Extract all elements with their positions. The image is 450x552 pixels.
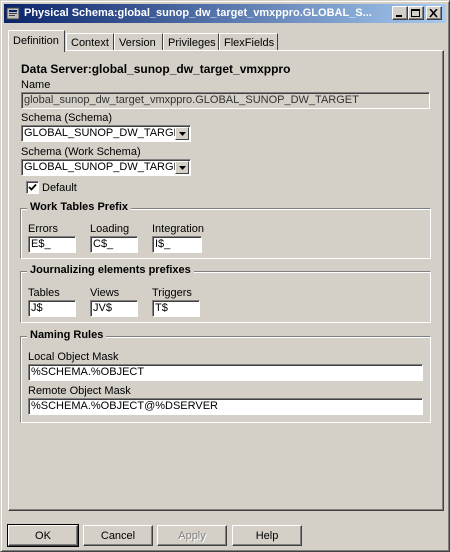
ok-button[interactable]: OK	[7, 524, 79, 547]
schema-label: Schema (Schema)	[21, 112, 113, 124]
integration-label: Integration	[152, 223, 204, 235]
views-label: Views	[90, 287, 120, 299]
journalizing-prefixes-group: Journalizing elements prefixes	[20, 264, 431, 323]
checkmark-icon	[28, 183, 37, 191]
tab-version[interactable]: Version	[114, 33, 163, 51]
local-object-mask-label: Local Object Mask	[28, 351, 119, 363]
loading-prefix-input[interactable]: C$_	[90, 236, 138, 253]
remote-object-mask-input[interactable]: %SCHEMA.%OBJECT@%DSERVER	[28, 398, 423, 415]
local-object-mask-input[interactable]: %SCHEMA.%OBJECT	[28, 364, 423, 381]
data-server-heading: Data Server:global_sunop_dw_target_vmxpp…	[21, 62, 291, 76]
minimize-button[interactable]	[392, 6, 408, 20]
physical-schema-dialog: Physical Schema:global_sunop_dw_target_v…	[0, 0, 450, 552]
tables-prefix-input[interactable]: J$	[28, 300, 76, 317]
schema-dropdown-button[interactable]	[175, 127, 189, 140]
work-schema-select-value: GLOBAL_SUNOP_DW_TARGET	[24, 161, 188, 173]
maximize-icon	[411, 9, 420, 17]
errors-prefix-input[interactable]: E$_	[28, 236, 76, 253]
naming-rules-title: Naming Rules	[27, 329, 107, 341]
triggers-label: Triggers	[152, 287, 192, 299]
journalizing-prefixes-title: Journalizing elements prefixes	[27, 264, 194, 276]
tables-label: Tables	[28, 287, 60, 299]
remote-object-mask-label: Remote Object Mask	[28, 385, 131, 397]
default-checkbox[interactable]	[26, 181, 39, 194]
integration-prefix-input[interactable]: I$_	[152, 236, 202, 253]
default-label: Default	[42, 182, 77, 194]
work-tables-prefix-title: Work Tables Prefix	[27, 201, 132, 213]
errors-label: Errors	[28, 223, 58, 235]
title-bar[interactable]: Physical Schema:global_sunop_dw_target_v…	[4, 4, 446, 23]
loading-label: Loading	[90, 223, 130, 235]
work-tables-prefix-group: Work Tables Prefix	[20, 201, 431, 259]
chevron-down-icon	[179, 166, 186, 170]
minimize-icon	[396, 15, 402, 17]
schema-select[interactable]: GLOBAL_SUNOP_DW_TARGET	[21, 125, 191, 142]
chevron-down-icon	[179, 132, 186, 136]
tab-privileges[interactable]: Privileges	[163, 33, 219, 51]
maximize-button[interactable]	[408, 6, 424, 20]
close-icon	[429, 9, 438, 18]
app-icon	[6, 7, 20, 20]
tab-context[interactable]: Context	[66, 33, 114, 51]
triggers-prefix-input[interactable]: T$	[152, 300, 200, 317]
help-button[interactable]: Help	[232, 525, 302, 546]
close-button[interactable]	[426, 6, 442, 20]
name-label: Name	[21, 79, 51, 91]
tab-definition[interactable]: Definition	[8, 30, 65, 52]
work-schema-label: Schema (Work Schema)	[21, 146, 141, 158]
work-schema-dropdown-button[interactable]	[175, 161, 189, 174]
tab-strip: Definition Context Version Privileges Fl…	[8, 30, 444, 52]
tab-flexfields[interactable]: FlexFields	[219, 33, 278, 51]
name-field[interactable]: global_sunop_dw_target_vmxppro.GLOBAL_SU…	[21, 92, 430, 109]
work-schema-select[interactable]: GLOBAL_SUNOP_DW_TARGET	[21, 159, 191, 176]
cancel-button[interactable]: Cancel	[83, 525, 153, 546]
window-title: Physical Schema:global_sunop_dw_target_v…	[24, 7, 372, 19]
views-prefix-input[interactable]: JV$	[90, 300, 138, 317]
apply-button[interactable]: Apply	[157, 525, 227, 546]
schema-select-value: GLOBAL_SUNOP_DW_TARGET	[24, 127, 188, 139]
